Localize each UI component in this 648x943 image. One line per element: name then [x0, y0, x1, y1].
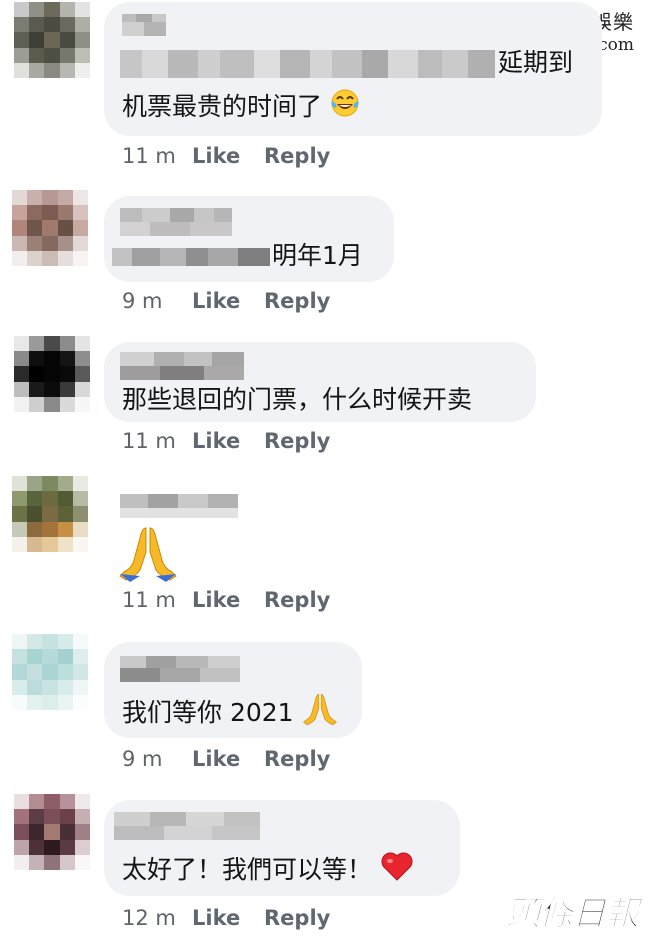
blurred-username-row2 [120, 508, 238, 518]
comment-text-line: 我们等你 2021 [122, 698, 294, 727]
folded-hands-emoji-icon [118, 524, 178, 586]
blurred-text [112, 248, 270, 266]
like-button[interactable]: Like [192, 747, 264, 771]
red-heart-emoji-icon [380, 850, 414, 892]
newspaper-logo: 頭條日報 [506, 894, 640, 935]
comment-time: 11 m [122, 144, 176, 168]
blurred-username [114, 812, 260, 826]
blurred-username [120, 494, 238, 508]
avatar[interactable] [14, 794, 90, 870]
comment-time: 12 m [122, 906, 176, 930]
reply-button[interactable]: Reply [264, 289, 330, 313]
blurred-username-row2 [114, 826, 260, 840]
comment-text-line: 太好了！我們可以等！ [122, 855, 373, 884]
blurred-text [120, 50, 495, 78]
like-button[interactable]: Like [192, 144, 264, 168]
reply-button[interactable]: Reply [264, 144, 330, 168]
comment-time: 11 m [122, 588, 176, 612]
comment-text: 太好了！我們可以等！ [122, 850, 414, 892]
comment-time: 9 m [122, 747, 163, 771]
folded-hands-emoji-icon [302, 692, 338, 736]
like-button[interactable]: Like [192, 289, 264, 313]
reply-button[interactable]: Reply [264, 429, 330, 453]
comment-text: 明年1月 [272, 241, 363, 270]
comment-actions: 12 m Like Reply [122, 906, 330, 930]
blurred-username-row2 [120, 222, 232, 236]
comment-actions: 9 m Like Reply [122, 747, 330, 771]
comment-text: 那些退回的门票，什么时候开卖 [122, 385, 473, 414]
reply-button[interactable]: Reply [264, 906, 330, 930]
like-button[interactable]: Like [192, 429, 264, 453]
comment-actions: 11 m Like Reply [122, 429, 330, 453]
comment-text: 机票最贵的时间了 [122, 88, 360, 128]
comment-actions: 9 m Like Reply [122, 289, 330, 313]
comment-time: 11 m [122, 429, 176, 453]
comment-time: 9 m [122, 289, 163, 313]
blurred-username-row2 [120, 668, 240, 682]
comment-text-line: 机票最贵的时间了 [122, 92, 323, 121]
like-button[interactable]: Like [192, 588, 264, 612]
avatar[interactable] [14, 336, 90, 412]
comment-text: 延期到 [498, 48, 574, 77]
blurred-username-row2 [120, 366, 244, 380]
blurred-username [120, 208, 232, 222]
laughing-tears-emoji-icon [330, 88, 360, 128]
reply-button[interactable]: Reply [264, 588, 330, 612]
blurred-username-row2 [122, 22, 166, 36]
comment-text: 我们等你 2021 [122, 692, 338, 736]
avatar[interactable] [14, 2, 90, 78]
comment-actions: 11 m Like Reply [122, 588, 330, 612]
avatar[interactable] [12, 634, 88, 710]
like-button[interactable]: Like [192, 906, 264, 930]
avatar[interactable] [12, 476, 88, 552]
avatar[interactable] [12, 190, 88, 266]
blurred-username [120, 352, 244, 366]
comment-actions: 11 m Like Reply [122, 144, 330, 168]
reply-button[interactable]: Reply [264, 747, 330, 771]
